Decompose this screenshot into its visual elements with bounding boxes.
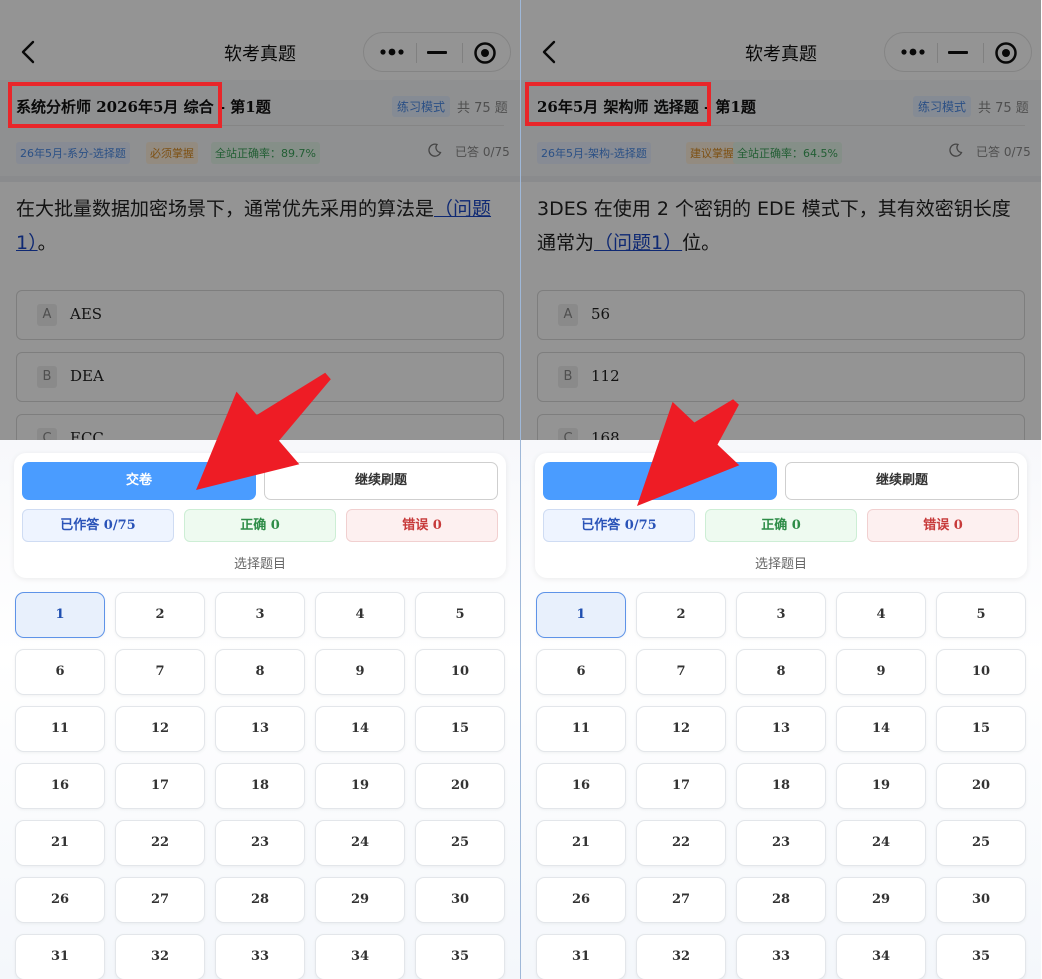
left-panel: 软考真题 系统分析师 2026年5月 综合 - 第1题 练习模式 共 75 题 … — [0, 0, 520, 979]
red-arrow-annotation — [637, 399, 740, 506]
red-arrow-annotation — [196, 372, 331, 490]
right-panel: 软考真题 26年5月 架构师 选择题 - 第1题 练习模式 共 75 题 26年… — [521, 0, 1041, 979]
